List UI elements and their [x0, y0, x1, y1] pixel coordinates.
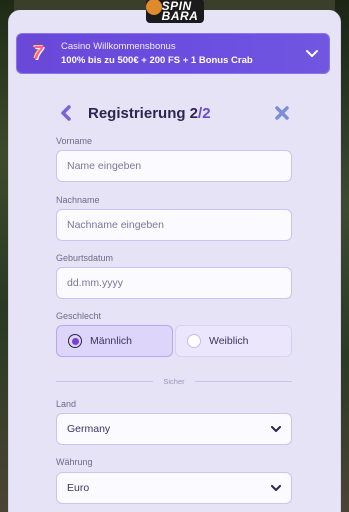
- gender-option-female-label: Weiblich: [209, 335, 249, 347]
- last-name-input[interactable]: [56, 209, 292, 241]
- close-button[interactable]: [272, 103, 292, 123]
- promo-title: Casino Willkommensbonus: [61, 41, 176, 52]
- promo-text: Casino Willkommensbonus 100% bis zu 500€…: [61, 41, 301, 66]
- chevron-down-icon: [271, 425, 281, 432]
- gender-option-female[interactable]: Weiblich: [175, 325, 292, 357]
- chevron-down-icon[interactable]: [301, 43, 323, 65]
- divider-line-right: [194, 380, 293, 382]
- form-header: Registrierung 2/2: [56, 100, 292, 126]
- last-name-label: Nachname: [56, 195, 100, 205]
- gender-option-male-label: Männlich: [90, 335, 133, 347]
- birthdate-input[interactable]: [56, 267, 292, 299]
- radio-selected-icon: [68, 334, 82, 348]
- logo-text-line2: BARA: [161, 9, 199, 23]
- currency-label: Währung: [56, 457, 93, 467]
- page-title: Registrierung 2/2: [76, 105, 272, 122]
- first-name-input[interactable]: [56, 150, 292, 182]
- first-name-label: Vorname: [56, 136, 93, 146]
- promo-banner[interactable]: 7 Casino Willkommensbonus 100% bis zu 50…: [16, 33, 330, 74]
- radio-unselected-icon: [187, 334, 201, 348]
- country-select-value: Germany: [67, 423, 111, 435]
- logo-badge: SPIN BARA: [145, 0, 205, 23]
- currency-select[interactable]: Euro: [56, 472, 292, 504]
- gender-option-male[interactable]: Männlich: [56, 325, 173, 357]
- chevron-left-icon: [61, 105, 71, 121]
- chevron-down-icon: [271, 484, 281, 491]
- mascot-icon: [145, 0, 162, 15]
- country-label: Land: [56, 399, 77, 409]
- title-step-total: 2: [202, 104, 211, 122]
- currency-select-value: Euro: [67, 482, 90, 494]
- promo-offer: 100% bis zu 500€ + 200 FS + 1 Bonus Crab: [61, 55, 253, 66]
- country-select[interactable]: Germany: [56, 413, 292, 445]
- gender-label: Geschlecht: [56, 311, 102, 321]
- birthdate-label: Geburtsdatum: [56, 253, 114, 263]
- divider-line-left: [56, 380, 154, 382]
- secure-divider: Sicher: [56, 376, 293, 386]
- close-icon: [275, 106, 289, 120]
- title-prefix: Registrierung 2: [88, 104, 199, 122]
- 7-slot-icon: 7: [32, 43, 43, 63]
- back-button[interactable]: [56, 103, 76, 123]
- divider-text: Sicher: [163, 376, 185, 386]
- spinbara-logo: SPIN BARA: [138, 0, 212, 23]
